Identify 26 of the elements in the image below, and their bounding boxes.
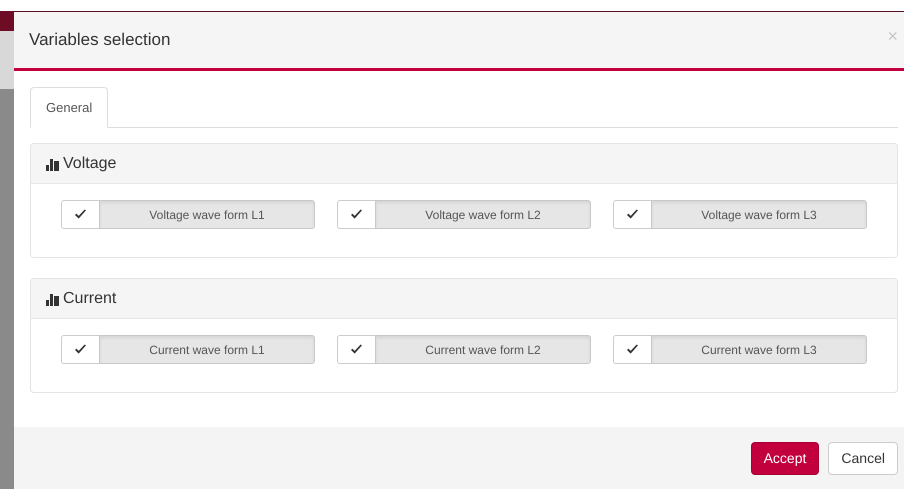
- dialog-title: Variables selection: [29, 30, 170, 50]
- option-button[interactable]: Current wave form L2: [375, 335, 591, 364]
- panel-title: Voltage: [63, 154, 116, 172]
- check-icon: [626, 209, 639, 220]
- option-button[interactable]: Current wave form L3: [651, 335, 867, 364]
- option-button[interactable]: Voltage wave form L1: [99, 200, 315, 229]
- checkbox[interactable]: [337, 335, 375, 364]
- check-icon: [74, 209, 87, 220]
- bar-chart-icon: [46, 292, 60, 306]
- bar-chart-icon: [46, 156, 60, 170]
- check-icon: [350, 209, 363, 220]
- checkbox[interactable]: [61, 335, 99, 364]
- check-icon: [626, 344, 639, 355]
- checkbox[interactable]: [613, 200, 651, 229]
- cancel-button[interactable]: Cancel: [828, 442, 898, 474]
- check-icon: [74, 344, 87, 355]
- option-button[interactable]: Voltage wave form L2: [375, 200, 591, 229]
- check-icon: [350, 344, 363, 355]
- tab[interactable]: General: [30, 87, 108, 128]
- option-button[interactable]: Current wave form L1: [99, 335, 315, 364]
- accept-button[interactable]: Accept: [750, 442, 820, 474]
- checkbox[interactable]: [61, 200, 99, 229]
- checkbox[interactable]: [613, 335, 651, 364]
- panel-title: Current: [63, 290, 116, 308]
- option-button[interactable]: Voltage wave form L3: [651, 200, 867, 229]
- checkbox[interactable]: [337, 200, 375, 229]
